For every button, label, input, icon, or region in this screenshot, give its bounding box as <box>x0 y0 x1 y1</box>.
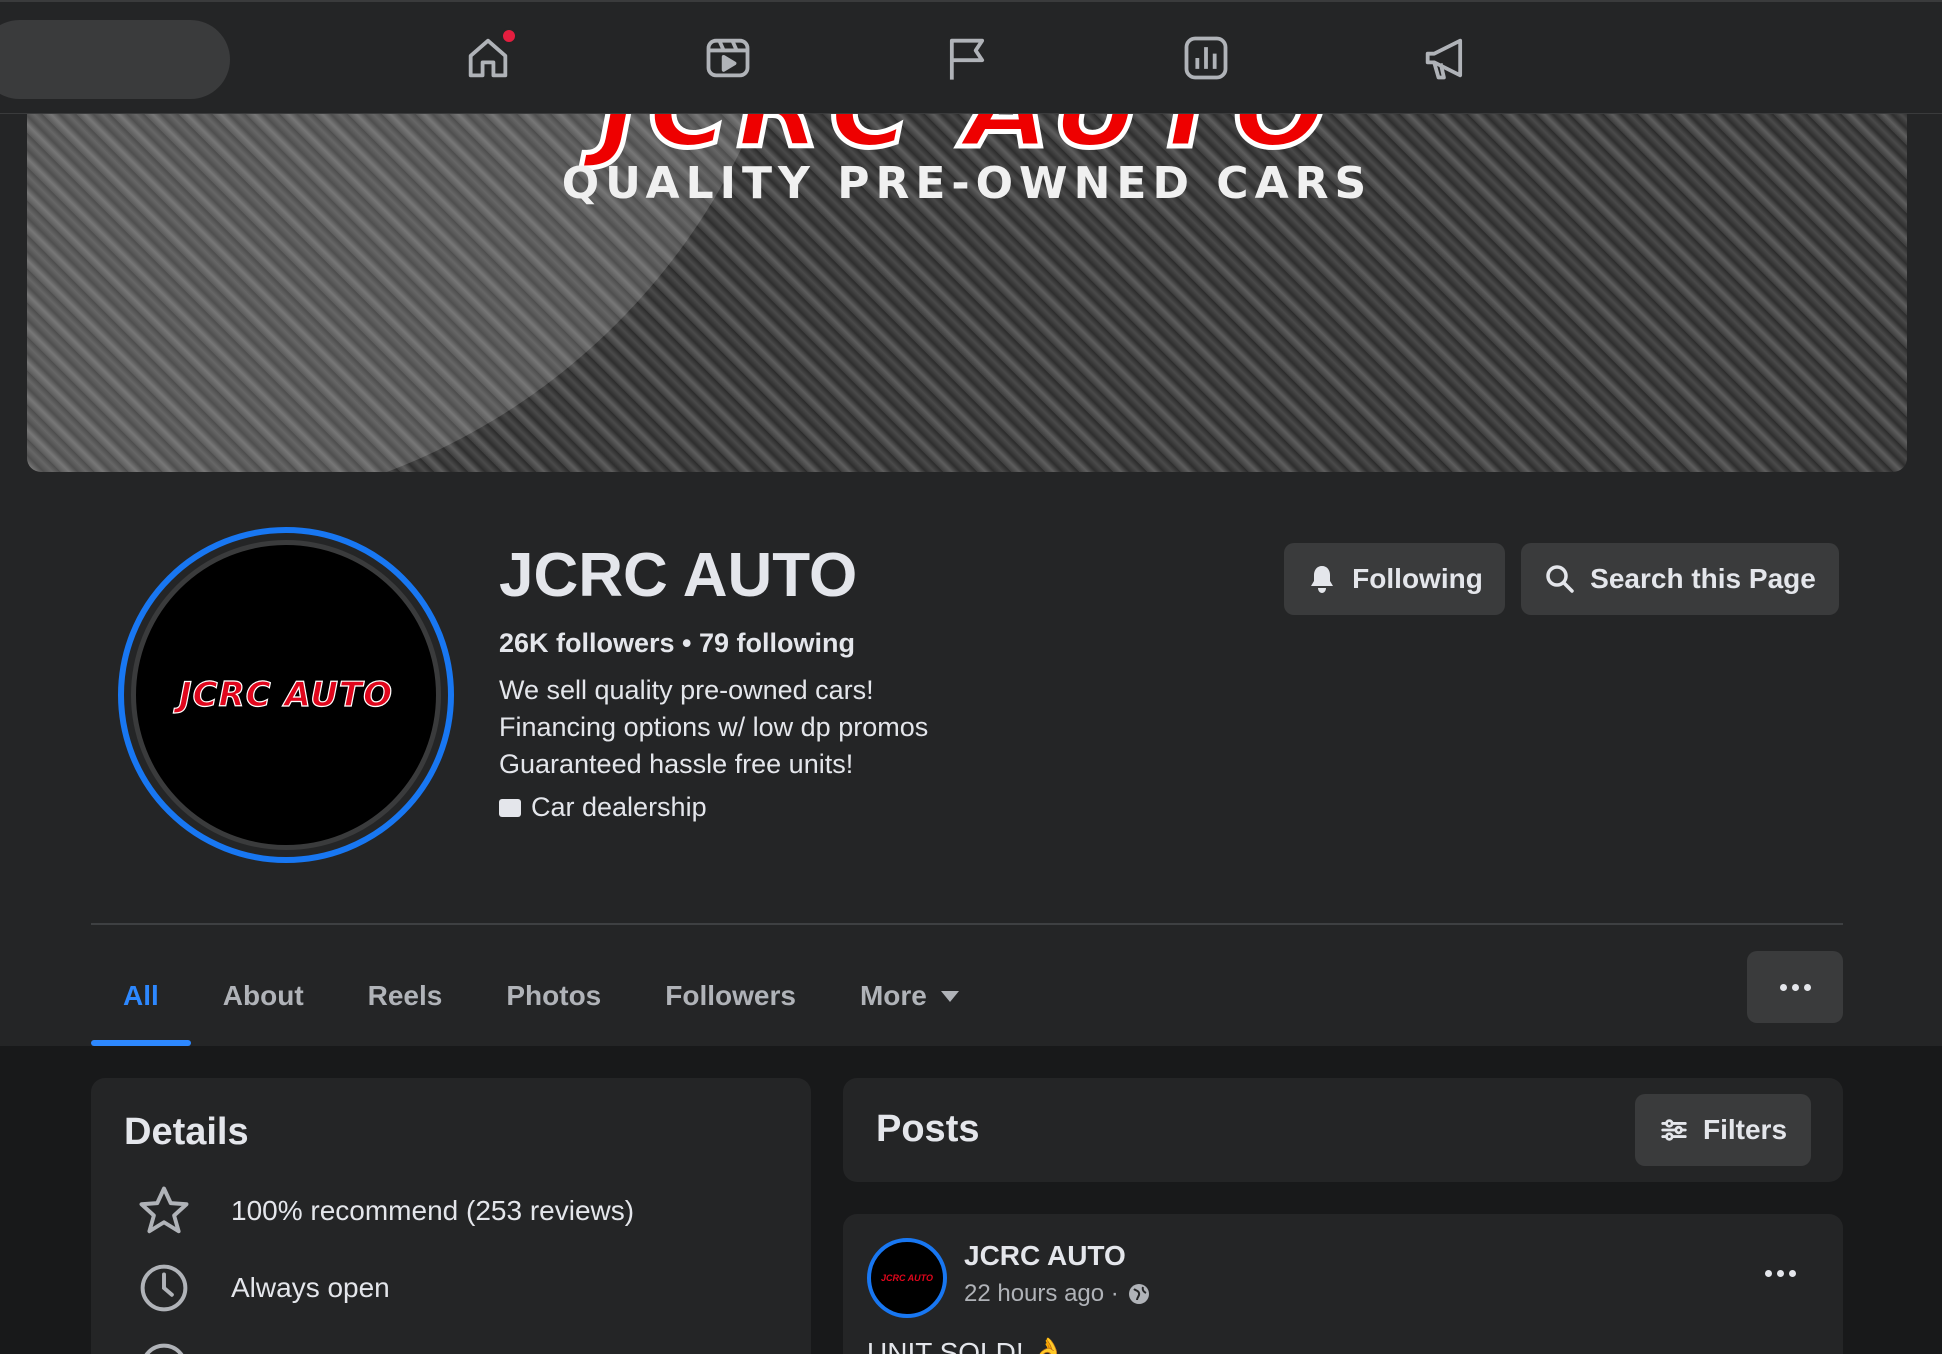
details-card: Details 100% recommend (253 reviews) Alw… <box>91 1078 811 1354</box>
pages-nav-button[interactable] <box>935 26 999 90</box>
following-button[interactable]: Following <box>1284 543 1505 615</box>
filters-label: Filters <box>1702 1114 1788 1145</box>
detail-row-hours: Always open <box>137 1261 390 1315</box>
bio-line: Financing options w/ low dp promos <box>499 712 929 742</box>
post-options-button[interactable] <box>1765 1270 1796 1277</box>
bio-line: We sell quality pre-owned cars! <box>499 675 874 705</box>
search-page-label: Search this Page <box>1590 563 1816 594</box>
profile-picture[interactable]: JCRC AUTO <box>118 527 454 863</box>
post-timestamp[interactable]: 22 hours ago · <box>964 1280 1151 1308</box>
category-label: Car dealership <box>531 792 707 822</box>
tab-followers[interactable]: Followers <box>633 946 828 1046</box>
clock-icon <box>140 1264 188 1312</box>
search-bar[interactable] <box>0 20 230 99</box>
megaphone-icon <box>1425 38 1463 80</box>
star-icon <box>139 1186 189 1234</box>
home-nav-button[interactable] <box>456 26 520 90</box>
tab-reels[interactable]: Reels <box>336 946 475 1046</box>
detail-hours-text: Always open <box>231 1272 390 1303</box>
cover-tagline: QUALITY PRE-OWNED CARS <box>561 158 1373 209</box>
post-author-avatar[interactable]: JCRC AUTO <box>867 1238 947 1318</box>
tab-more-label: More <box>859 980 927 1011</box>
details-title: Details <box>124 1111 249 1153</box>
tab-photos[interactable]: Photos <box>474 946 633 1046</box>
post-card: JCRC AUTO JCRC AUTO 22 hours ago · UNIT … <box>843 1214 1843 1354</box>
ellipsis-icon <box>1779 983 1787 991</box>
posts-header-card: Posts Filters <box>843 1078 1843 1182</box>
info-icon <box>144 1343 184 1354</box>
insights-nav-button[interactable] <box>1174 26 1238 90</box>
insights-icon <box>1184 36 1228 80</box>
more-options-button[interactable] <box>1747 951 1843 1023</box>
video-nav-button[interactable] <box>696 26 760 90</box>
detail-row-next <box>137 1340 191 1354</box>
bio-line: Guaranteed hassle free units! <box>499 749 854 779</box>
bell-icon <box>1311 566 1334 593</box>
briefcase-icon <box>499 798 521 817</box>
video-icon <box>706 38 750 78</box>
search-icon <box>1546 565 1574 593</box>
following-label: Following <box>1352 563 1483 594</box>
search-page-button[interactable]: Search this Page <box>1521 543 1839 615</box>
page-bio: We sell quality pre-owned cars! Financin… <box>499 672 928 783</box>
avatar-logo-text: JCRC AUTO <box>178 674 394 715</box>
post-text: UNIT SOLD! 👌 <box>867 1337 1067 1354</box>
caret-down-icon <box>940 990 959 1002</box>
page-tabs: All About Reels Photos Followers More <box>91 946 991 1046</box>
page-category: Car dealership <box>499 792 707 823</box>
follower-stats[interactable]: 26K followers • 79 following <box>499 628 855 659</box>
globe-icon <box>1128 1284 1149 1304</box>
tab-all[interactable]: All <box>91 946 191 1046</box>
ads-nav-button[interactable] <box>1413 26 1477 90</box>
detail-row-reviews[interactable]: 100% recommend (253 reviews) <box>137 1184 634 1238</box>
flag-icon <box>949 38 985 80</box>
page-title: JCRC AUTO <box>499 541 858 610</box>
header-divider <box>91 923 1843 925</box>
tab-more[interactable]: More <box>828 946 991 1046</box>
tab-about[interactable]: About <box>191 946 336 1046</box>
sliders-icon <box>1661 1119 1687 1141</box>
detail-reviews-text: 100% recommend (253 reviews) <box>231 1195 635 1226</box>
notification-dot <box>501 28 517 44</box>
post-author-name[interactable]: JCRC AUTO <box>964 1240 1126 1272</box>
cover-photo[interactable]: JCRC AUTO QUALITY PRE-OWNED CARS <box>27 114 1907 472</box>
profile-avatar: JCRC AUTO <box>131 540 441 850</box>
filters-button[interactable]: Filters <box>1635 1094 1811 1166</box>
post-time-text: 22 hours ago · <box>964 1280 1119 1307</box>
post-avatar-logo-text: JCRC AUTO <box>880 1273 933 1283</box>
top-navigation-bar <box>0 0 1942 114</box>
ellipsis-icon <box>1765 1270 1772 1277</box>
posts-title: Posts <box>876 1108 980 1150</box>
